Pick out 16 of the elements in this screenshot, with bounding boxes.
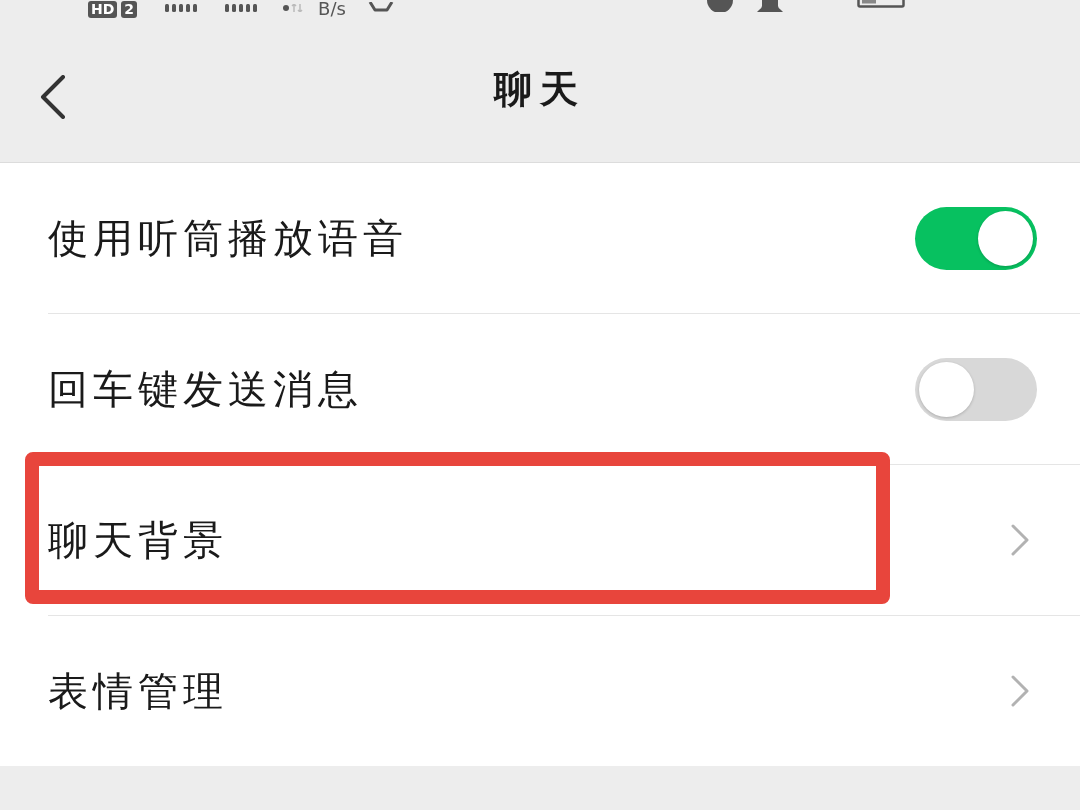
signal-bars-icon (165, 4, 198, 12)
setting-label: 回车键发送消息 (48, 364, 363, 414)
setting-label: 表情管理 (48, 666, 228, 716)
network-speed: B/s (318, 0, 346, 18)
status-badge: 2 (121, 1, 138, 18)
status-badge: HD (88, 1, 118, 18)
setting-label: 聊天背景 (48, 515, 228, 565)
bell-icon (757, 0, 783, 12)
page-title: 聊天 (494, 65, 586, 113)
battery-icon (857, 0, 905, 8)
chevron-right-icon[interactable] (1010, 523, 1030, 557)
setting-label: 使用听筒播放语音 (48, 213, 408, 263)
signal-bars-icon (225, 4, 258, 12)
data-arrows-icon (283, 4, 306, 12)
chevron-right-icon[interactable] (1010, 674, 1030, 708)
back-icon[interactable] (40, 75, 66, 119)
